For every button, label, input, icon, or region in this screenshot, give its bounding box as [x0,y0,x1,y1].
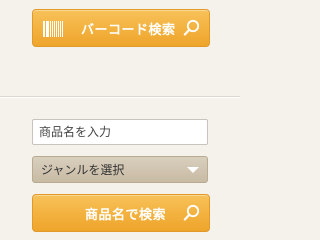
chevron-down-icon [187,167,199,173]
search-icon [183,204,200,221]
product-name-input[interactable] [32,119,208,145]
product-name-search-button[interactable]: 商品名で検索 [32,194,210,232]
genre-select[interactable]: ジャンルを選択 [32,156,208,183]
search-icon [183,19,200,36]
barcode-search-label: バーコード検索 [81,22,176,38]
barcode-icon [43,21,63,37]
barcode-search-button[interactable]: バーコード検索 [32,9,210,47]
section-divider-highlight [0,97,240,98]
genre-select-value: ジャンルを選択 [41,163,125,177]
product-name-search-label: 商品名で検索 [85,207,167,223]
